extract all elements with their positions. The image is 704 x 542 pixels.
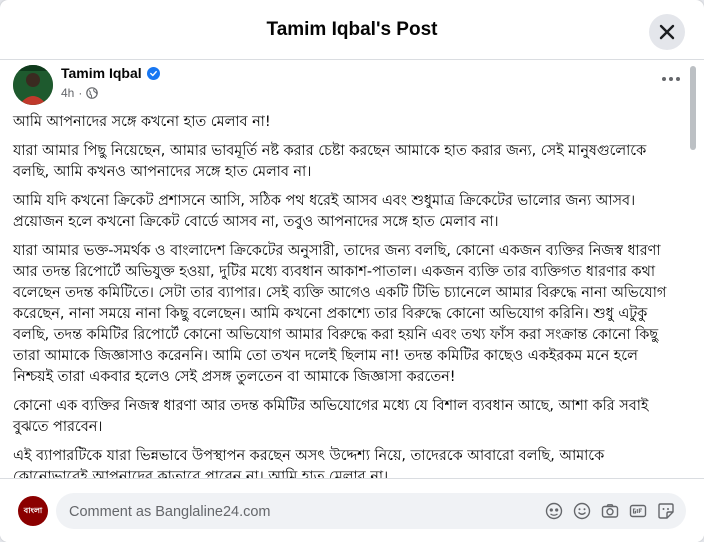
post-paragraph: যারা আমার পিছু নিয়েছেন, আমার ভাবমূর্তি … [13, 143, 647, 180]
close-icon [659, 24, 675, 40]
sticker-button[interactable] [656, 501, 676, 521]
post-paragraph: যারা আমার ভক্ত-সমর্থক ও বাংলাদেশ ক্রিকেট… [13, 243, 667, 385]
post-paragraph: এই ব্যাপারটিকে যারা ভিন্নভাবে উপস্থাপন ক… [13, 448, 605, 478]
avatar-photo [13, 65, 53, 105]
camera-icon [601, 504, 619, 518]
more-dot-icon [676, 77, 680, 81]
comment-tools [544, 501, 676, 521]
meta-separator: · [78, 86, 83, 100]
comment-footer: বাংলা [0, 478, 704, 542]
post-body[interactable]: Tamim Iqbal 4h · আমি আপনাদের সঙ্গে কখনো … [0, 60, 704, 478]
author-avatar[interactable] [13, 65, 53, 105]
avatar-sticker-button[interactable] [544, 501, 564, 521]
more-dot-icon [669, 77, 673, 81]
post-time[interactable]: 4h [61, 86, 74, 100]
author-name[interactable]: Tamim Iqbal [61, 65, 142, 81]
avatar-sticker-icon [545, 502, 563, 520]
scrollbar-thumb[interactable] [690, 66, 696, 150]
post-meta: 4h · [61, 86, 99, 100]
post-paragraph: কোনো এক ব্যক্তির নিজস্ব ধারণা আর তদন্ত ক… [13, 398, 649, 435]
emoji-icon [573, 502, 591, 520]
emoji-button[interactable] [572, 501, 592, 521]
more-options-button[interactable] [656, 69, 686, 89]
dialog-title: Tamim Iqbal's Post [266, 19, 438, 40]
comment-box[interactable] [56, 493, 686, 531]
commenter-avatar[interactable]: বাংলা [18, 496, 48, 526]
gif-button[interactable] [628, 501, 648, 521]
post-paragraph: আমি যদি কখনো ক্রিকেট প্রশাসনে আসি, সঠিক … [13, 193, 636, 230]
post-dialog: Tamim Iqbal's Post Tamim Iqbal 4h · আমি … [0, 0, 704, 542]
close-button[interactable] [649, 14, 685, 50]
post-paragraph: আমি আপনাদের সঙ্গে কখনো হাত মেলাব না! [13, 114, 271, 130]
commenter-avatar-logo: বাংলা [23, 505, 43, 515]
author-row: Tamim Iqbal [61, 65, 160, 81]
gif-icon [629, 504, 647, 518]
comment-input[interactable] [67, 493, 531, 531]
post-text: আমি আপনাদের সঙ্গে কখনো হাত মেলাব না! যার… [13, 112, 680, 478]
sticker-icon [658, 503, 674, 519]
more-dot-icon [662, 77, 666, 81]
camera-button[interactable] [600, 501, 620, 521]
globe-icon [86, 87, 99, 99]
dialog-header: Tamim Iqbal's Post [0, 0, 704, 60]
verified-badge-icon [146, 66, 160, 80]
